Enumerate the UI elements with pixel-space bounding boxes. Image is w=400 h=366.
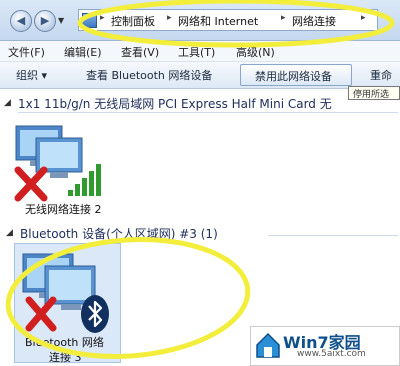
bluetooth-connection-label-line1: Bluetooth 网络 [25, 336, 104, 349]
forward-arrow-icon: ▶ [40, 14, 50, 27]
collapse-group-icon[interactable]: ◢ [6, 228, 13, 238]
group-header-wireless[interactable]: 1x1 11b/g/n 无线局域网 PCI Express Half Mini … [18, 95, 332, 112]
address-bar[interactable]: ▸ 控制面板 ▸ 网络和 Internet ▸ 网络连接 ▸ [78, 9, 378, 31]
breadcrumb-separator-icon: ▸ [281, 13, 286, 23]
forward-button[interactable]: ▶ [34, 10, 56, 32]
house-logo-icon [256, 332, 280, 358]
tooltip: 停用所选 [348, 86, 400, 100]
watermark-url: www.5aixt.com [297, 349, 366, 359]
menu-tools[interactable]: 工具(T) [178, 44, 215, 60]
breadcrumb-network-internet[interactable]: 网络和 Internet [178, 13, 258, 29]
menu-bar: 文件(F) 编辑(E) 查看(V) 工具(T) 高级(N) [0, 41, 400, 62]
disable-device-label: 禁用此网络设备 [255, 70, 332, 83]
wireless-connection-item[interactable]: 无线网络连接 2 [10, 120, 120, 220]
breadcrumb-control-panel[interactable]: 控制面板 [111, 13, 155, 29]
breadcrumb-separator-icon: ▸ [100, 13, 105, 23]
watermark: Win7家园 www.5aixt.com [250, 326, 400, 366]
command-toolbar: 组织 ▾ 查看 Bluetooth 网络设备 禁用此网络设备 重命 [0, 62, 400, 89]
rename-button[interactable]: 重命 [370, 67, 392, 83]
breadcrumb-network-connections[interactable]: 网络连接 [292, 13, 336, 29]
menu-file[interactable]: 文件(F) [8, 44, 45, 60]
bluetooth-connection-item[interactable]: Bluetooth 网络 连接 3 [14, 243, 121, 364]
history-dropdown-icon[interactable]: ▼ [58, 16, 64, 25]
view-bluetooth-devices-button[interactable]: 查看 Bluetooth 网络设备 [86, 67, 212, 83]
network-adapter-icon [14, 125, 101, 202]
wireless-connection-label: 无线网络连接 2 [25, 203, 102, 216]
breadcrumb-separator-icon: ▸ [167, 13, 172, 23]
group-header-bluetooth[interactable]: Bluetooth 设备(个人区域网) #3 (1) [20, 225, 218, 242]
back-arrow-icon: ◀ [16, 14, 26, 27]
bluetooth-connection-label-line2: 连接 3 [49, 351, 82, 364]
group-divider [18, 112, 398, 113]
collapse-group-icon[interactable]: ◢ [4, 98, 11, 108]
disable-device-button[interactable]: 禁用此网络设备 [240, 64, 352, 86]
menu-advanced[interactable]: 高级(N) [236, 44, 275, 60]
breadcrumb-separator-icon: ▸ [361, 13, 366, 23]
control-panel-icon [82, 13, 97, 28]
organize-button[interactable]: 组织 ▾ [16, 67, 47, 83]
menu-edit[interactable]: 编辑(E) [64, 44, 102, 60]
menu-view[interactable]: 查看(V) [121, 44, 159, 60]
title-bar: ◀ ▶ ▼ ▸ 控制面板 ▸ 网络和 Internet ▸ 网络连接 ▸ [0, 0, 400, 41]
group-divider [268, 235, 398, 236]
back-button[interactable]: ◀ [10, 10, 32, 32]
bluetooth-adapter-icon [22, 253, 109, 333]
